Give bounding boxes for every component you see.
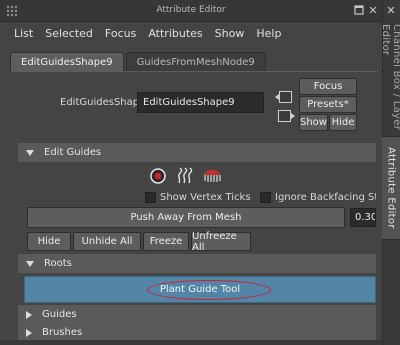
section-title: Edit Guides bbox=[44, 147, 102, 158]
show-vertex-ticks-label: Show Vertex Ticks bbox=[160, 192, 251, 203]
presets-button[interactable]: Presets* bbox=[299, 96, 357, 113]
section-roots[interactable]: Roots bbox=[18, 254, 376, 273]
expand-arrow-icon bbox=[26, 149, 34, 156]
unhide-all-button[interactable]: Unhide All bbox=[73, 232, 141, 251]
show-vertex-ticks-checkbox[interactable] bbox=[145, 192, 156, 203]
hide-button[interactable]: Hide bbox=[329, 114, 357, 131]
output-connection-icon[interactable] bbox=[278, 110, 295, 122]
push-away-from-mesh-button[interactable]: Push Away From Mesh bbox=[27, 207, 345, 228]
ignore-backfacing-label: Ignore Backfacing Strands bbox=[275, 192, 376, 203]
plant-guide-tool-button[interactable]: Plant Guide Tool bbox=[24, 276, 376, 303]
right-tab-strip: ✕ Channel Box / Layer Editor Attribute E… bbox=[380, 0, 400, 345]
collapse-arrow-icon bbox=[26, 328, 32, 337]
freeze-button[interactable]: Freeze bbox=[143, 232, 189, 251]
comb-waves-icon[interactable] bbox=[176, 167, 194, 185]
menu-list[interactable]: List bbox=[14, 27, 33, 40]
menu-focus[interactable]: Focus bbox=[105, 27, 136, 40]
close-icon[interactable]: ✕ bbox=[384, 4, 398, 18]
tab-channel-box[interactable]: Channel Box / Layer Editor bbox=[380, 24, 400, 136]
section-title: Brushes bbox=[42, 327, 83, 338]
title-bar: Attribute Editor ✕ bbox=[0, 0, 382, 22]
jellyfish-brush-icon[interactable] bbox=[201, 166, 223, 184]
close-icon[interactable]: ✕ bbox=[366, 4, 380, 18]
collapse-arrow-icon bbox=[26, 310, 32, 319]
show-button[interactable]: Show bbox=[299, 114, 328, 131]
menu-show[interactable]: Show bbox=[215, 27, 245, 40]
expand-arrow-icon bbox=[26, 260, 34, 267]
focus-button[interactable]: Focus bbox=[299, 78, 357, 95]
menu-attributes[interactable]: Attributes bbox=[148, 27, 202, 40]
node-tabs: EditGuidesShape9 GuidesFromMeshNode9 bbox=[10, 52, 266, 72]
push-away-value-field[interactable]: 0.300 bbox=[350, 208, 376, 227]
plant-guide-tool-label: Plant Guide Tool bbox=[159, 284, 241, 295]
tab-guidesfrommeshnode9[interactable]: GuidesFromMeshNode9 bbox=[125, 52, 266, 72]
panel-bottom bbox=[0, 340, 382, 345]
section-guides[interactable]: Guides bbox=[18, 305, 376, 324]
hide-guides-button[interactable]: Hide bbox=[27, 232, 71, 251]
shape-label: EditGuidesShape: bbox=[60, 97, 149, 108]
section-title: Roots bbox=[44, 258, 72, 269]
unfreeze-all-button[interactable]: Unfreeze All bbox=[191, 231, 251, 253]
tab-attribute-editor[interactable]: Attribute Editor bbox=[382, 136, 400, 240]
tab-divider bbox=[10, 71, 378, 72]
float-panel-icon[interactable] bbox=[352, 4, 366, 18]
shape-name-field[interactable]: EditGuidesShape9 bbox=[137, 92, 264, 113]
menu-selected[interactable]: Selected bbox=[45, 27, 93, 40]
menu-bar: List Selected Focus Attributes Show Help bbox=[0, 22, 382, 44]
window-title: Attribute Editor bbox=[156, 5, 226, 15]
ignore-backfacing-checkbox[interactable] bbox=[260, 192, 271, 203]
tab-editguidesshape9[interactable]: EditGuidesShape9 bbox=[10, 52, 124, 72]
section-edit-guides[interactable]: Edit Guides bbox=[18, 143, 376, 162]
target-circle-icon[interactable] bbox=[149, 167, 167, 185]
input-connection-icon[interactable] bbox=[275, 91, 292, 103]
menu-help[interactable]: Help bbox=[256, 27, 281, 40]
section-title: Guides bbox=[42, 309, 77, 320]
